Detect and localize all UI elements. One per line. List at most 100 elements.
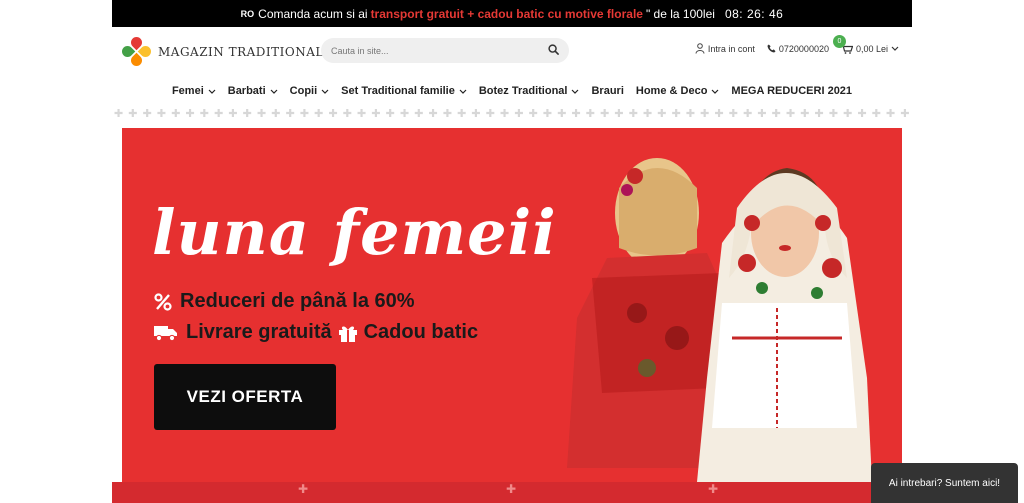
nav-item-set-traditional-familie[interactable]: Set Traditional familie [341,85,467,97]
stitch-cross-icon: ✚ [857,108,867,120]
hero-title: luna femeii [152,196,557,269]
stitch-cross-icon: ✚ [185,108,195,120]
stitch-cross-icon: ✚ [442,108,453,120]
stitch-cross-icon: ✚ [199,108,209,120]
stitch-cross-icon: ✚ [371,108,381,120]
nav-label: Set Traditional familie [341,85,455,97]
stitch-cross-icon: ✚ [871,108,881,120]
strip-cross-icon: ✚ [298,482,309,496]
stitch-cross-icon: ✚ [700,108,710,120]
nav-label: Botez Traditional [478,85,568,97]
nav-item-barbati[interactable]: Barbati [228,85,278,97]
stitch-cross-icon: ✚ [728,108,738,120]
cart-button[interactable]: 0 0,00 Lei [832,34,902,54]
nav-item-mega-reduceri[interactable]: MEGA REDUCERI 2021 [731,85,852,97]
stitch-cross-icon: ✚ [800,108,810,120]
stitch-cross-icon: ✚ [142,108,152,120]
stitch-cross-icon: ✚ [528,108,538,120]
hero-banner[interactable]: luna femeii Reduceri de până la 60% Livr… [122,128,902,482]
stitch-cross-icon: ✚ [657,108,667,120]
stitch-cross-icon: ✚ [385,108,395,120]
stitch-cross-icon: ✚ [642,108,653,120]
stitch-cross-icon: ✚ [242,108,252,120]
user-icon [695,43,705,54]
site-header: MAGAZIN TRADITIONAL Intra in cont 072000… [112,27,912,75]
nav-item-home-deco[interactable]: Home & Deco [636,85,720,97]
stitch-cross-icon: ✚ [614,108,624,120]
stitch-cross-icon: ✚ [357,108,367,120]
stitch-cross-icon: ✚ [900,108,910,120]
chevron-down-icon [572,89,579,94]
stitch-cross-icon: ✚ [557,108,567,120]
stitch-cross-icon: ✚ [685,108,696,120]
hero-models-photo [567,158,872,482]
nav-item-copii[interactable]: Copii [290,85,330,97]
nav-label: Barbati [227,85,266,97]
phone-link[interactable]: 0720000020 [767,44,829,54]
header-actions: Intra in cont 0720000020 0 0,00 Lei [683,34,902,54]
bottom-decorative-strip: ✚ ✚ ✚ [112,482,912,503]
stitch-cross-icon: ✚ [457,108,467,120]
stitch-cross-icon: ✚ [314,108,324,120]
login-label: Intra in cont [707,43,755,54]
phone-number: 0720000020 [778,43,829,54]
strip-cross-icon: ✚ [506,482,517,496]
stitch-cross-icon: ✚ [828,108,839,120]
nav-label: Copii [289,85,318,97]
chevron-down-icon [459,89,467,94]
search-input[interactable] [331,45,548,56]
stitch-cross-icon: ✚ [571,108,581,120]
stitch-cross-icon: ✚ [500,108,510,120]
stitch-cross-icon: ✚ [256,108,267,120]
nav-item-botez-traditional[interactable]: Botez Traditional [479,85,580,97]
view-offer-button[interactable]: VEZI OFERTA [154,364,336,430]
countdown-timer: 08: 26: 46 [724,6,784,21]
decorative-stitch-border: ✚ ✚ ✚ ✚ ✚ ✚ ✚ ✚ ✚ ✚ ✚ ✚ ✚ ✚ ✚ ✚ ✚ ✚ ✚ ✚ ✚ ✚ ✚ ✚ ✚ ✚ ✚ ✚ ✚ ✚ ✚ ✚ ✚ ✚ ✚ ✚ ✚ ✚ ✚ ✚… [112,108,912,120]
chevron-down-icon [270,89,278,94]
stitch-cross-icon: ✚ [414,108,424,120]
stitch-cross-icon: ✚ [886,108,896,120]
logo-text: MAGAZIN TRADITIONAL [158,45,324,59]
cart-count-badge: 0 [832,34,846,48]
stitch-cross-icon: ✚ [814,108,824,120]
search-icon[interactable] [548,42,559,60]
announcement-highlight: transport gratuit + cadou batic cu motiv… [370,6,643,21]
stitch-cross-icon: ✚ [342,108,352,120]
chevron-down-icon [321,89,329,94]
nav-item-femei[interactable]: Femei [172,85,216,97]
stitch-cross-icon: ✚ [214,108,224,120]
main-nav: Femei Barbati Copii Set Traditional fami… [112,80,912,102]
login-link[interactable]: Intra in cont [695,43,755,54]
language-code[interactable]: RO [241,9,255,19]
stitch-cross-icon: ✚ [471,108,481,120]
hero-shipping-line: Livrare gratuită Cadou batic [154,321,478,344]
stitch-cross-icon: ✚ [328,108,338,120]
chat-widget-button[interactable]: Ai intrebari? Suntem aici! [871,463,1018,503]
chevron-down-icon [208,89,216,94]
stitch-cross-icon: ✚ [628,108,638,120]
stitch-cross-icon: ✚ [514,108,524,120]
stitch-cross-icon: ✚ [843,108,853,120]
percent-icon [154,292,172,311]
chevron-down-icon [711,89,719,94]
hero-discount-text: Reduceri de până la 60% [180,290,415,312]
strip-cross-icon: ✚ [708,482,719,496]
cart-total: 0,00 Lei [855,43,888,54]
logo-flower-icon [119,34,154,69]
stitch-cross-icon: ✚ [485,108,495,120]
stitch-cross-icon: ✚ [542,108,553,120]
nav-label: Home & Deco [635,85,708,97]
stitch-cross-icon: ✚ [399,108,410,120]
stitch-cross-icon: ✚ [271,108,281,120]
announcement-bar: RO Comanda acum si ai transport gratuit … [112,0,912,27]
site-logo[interactable]: MAGAZIN TRADITIONAL [119,34,324,69]
nav-item-brauri[interactable]: Brauri [591,85,623,97]
stitch-cross-icon: ✚ [299,108,310,120]
gift-icon [338,323,358,343]
announcement-text-after: " de la 100lei [645,6,715,21]
stitch-cross-icon: ✚ [600,108,610,120]
nav-label: MEGA REDUCERI 2021 [731,85,853,97]
stitch-cross-icon: ✚ [156,108,167,120]
stitch-cross-icon: ✚ [428,108,438,120]
nav-label: Brauri [591,85,624,97]
